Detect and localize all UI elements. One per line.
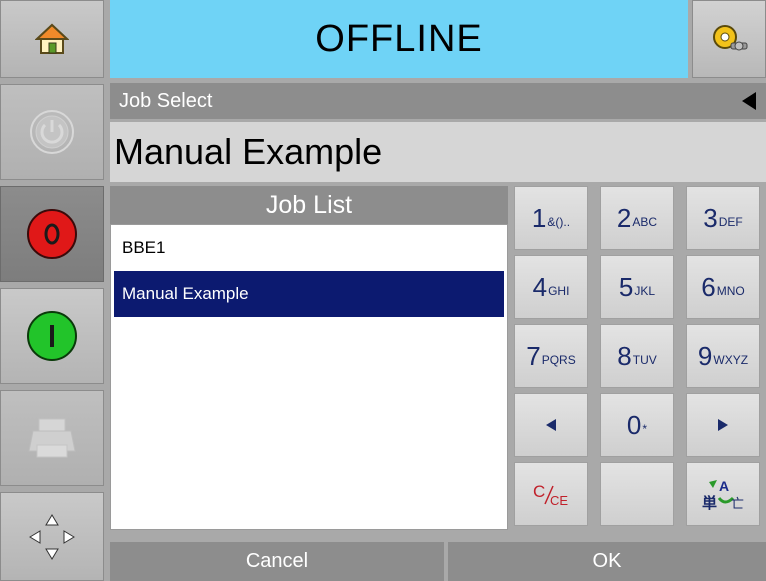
status-text: OFFLINE	[315, 17, 483, 60]
cancel-button[interactable]: Cancel	[110, 542, 444, 581]
key-letters: DEF	[718, 214, 743, 229]
key-digit: 2	[616, 202, 632, 233]
home-icon	[35, 23, 69, 54]
key-letters: WXYZ	[713, 352, 749, 367]
cursor-left-key[interactable]	[514, 393, 588, 457]
key-letters: PQRS	[541, 352, 576, 367]
home-button[interactable]	[0, 0, 104, 78]
svg-text:CE: CE	[550, 493, 568, 508]
triangle-left-icon	[546, 419, 556, 431]
key-letters: JKL	[634, 283, 656, 298]
clear-key[interactable]: C CE	[514, 462, 588, 526]
job-list-header: Job List	[110, 186, 508, 224]
job-list-title: Job List	[265, 190, 353, 219]
current-job-field: Manual Example	[110, 122, 766, 182]
key-digit: 0	[626, 409, 642, 440]
key-letters: GHI	[548, 283, 570, 298]
job-list[interactable]: BBE1 Manual Example	[110, 224, 508, 530]
key-4[interactable]: 4 GHI	[514, 255, 588, 319]
language-switch-icon: A 単 亡	[702, 478, 744, 512]
key-1[interactable]: 1 &()..	[514, 186, 588, 250]
list-item[interactable]: Manual Example	[114, 271, 504, 317]
key-digit: 4	[532, 271, 548, 302]
list-item-label: BBE1	[122, 238, 166, 257]
key-digit: 9	[697, 340, 713, 371]
power-icon	[30, 110, 74, 154]
key-6[interactable]: 6 MNO	[686, 255, 760, 319]
power-button[interactable]	[0, 84, 104, 180]
key-9[interactable]: 9 WXYZ	[686, 324, 760, 388]
list-item-label: Manual Example	[122, 284, 249, 303]
status-header: OFFLINE	[110, 0, 688, 78]
svg-text:単: 単	[702, 494, 717, 512]
gear-wrench-icon	[713, 25, 748, 51]
key-letters: MNO	[716, 283, 745, 298]
key-digit: 6	[701, 271, 716, 302]
key-digit: 5	[618, 271, 634, 302]
stop-icon	[27, 209, 77, 259]
key-digit: 3	[703, 202, 718, 233]
key-letters: &()..	[547, 214, 571, 229]
start-button[interactable]	[0, 288, 104, 384]
blank-key[interactable]	[600, 462, 674, 526]
key-8[interactable]: 8 TUV	[600, 324, 674, 388]
start-icon	[27, 311, 77, 361]
cursor-right-key[interactable]	[686, 393, 760, 457]
clear-ce-icon: C CE	[533, 482, 568, 508]
svg-text:C: C	[533, 482, 545, 501]
key-3[interactable]: 3 DEF	[686, 186, 760, 250]
key-2[interactable]: 2 ABC	[600, 186, 674, 250]
settings-button[interactable]	[692, 0, 766, 78]
key-letters: ABC	[632, 214, 658, 229]
triangle-right-icon	[718, 419, 728, 431]
stop-button[interactable]	[0, 186, 104, 282]
printer-icon	[28, 418, 76, 458]
back-arrow-icon[interactable]	[742, 92, 756, 110]
job-select-bar[interactable]: Job Select	[110, 83, 766, 119]
key-digit: 7	[526, 340, 541, 371]
print-button[interactable]	[0, 390, 104, 486]
key-letters: TUV	[632, 352, 657, 367]
ok-button[interactable]: OK	[448, 542, 766, 581]
svg-text:A: A	[719, 478, 729, 494]
language-key[interactable]: A 単 亡	[686, 462, 760, 526]
svg-text:亡: 亡	[731, 497, 744, 512]
key-7[interactable]: 7 PQRS	[514, 324, 588, 388]
key-digit: 8	[617, 340, 632, 371]
navigate-button[interactable]	[0, 492, 104, 581]
key-0[interactable]: 0 *	[600, 393, 674, 457]
job-select-label: Job Select	[119, 89, 213, 112]
key-5[interactable]: 5 JKL	[600, 255, 674, 319]
move-arrows-icon	[29, 513, 75, 560]
key-digit: 1	[531, 202, 547, 233]
list-item[interactable]: BBE1	[114, 225, 504, 271]
ok-label: OK	[592, 550, 622, 572]
key-letters: *	[642, 421, 648, 436]
current-job-name: Manual Example	[114, 131, 383, 172]
cancel-label: Cancel	[245, 550, 309, 572]
